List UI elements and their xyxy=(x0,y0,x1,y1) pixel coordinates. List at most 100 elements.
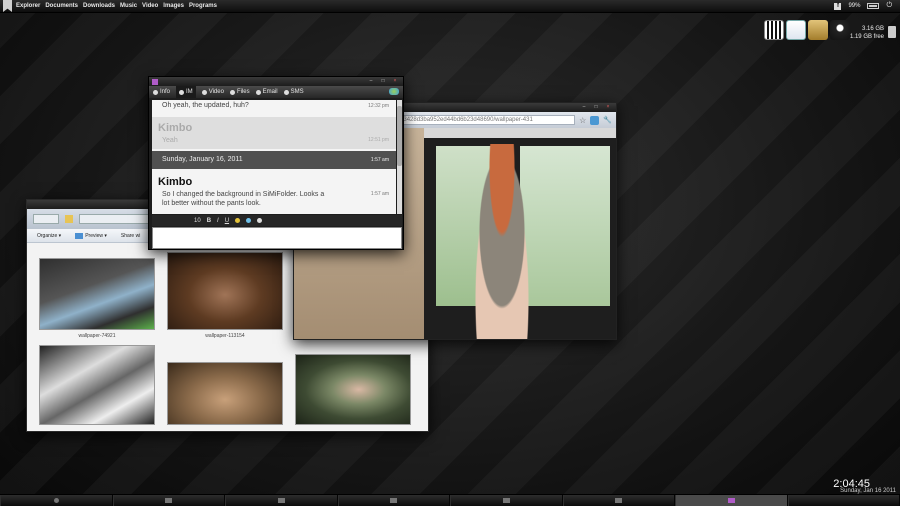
thumbnail[interactable] xyxy=(295,354,411,425)
thumbnail[interactable] xyxy=(167,252,283,330)
im-logo xyxy=(152,78,158,85)
menu-video[interactable]: Video xyxy=(142,3,158,9)
back-forward-button[interactable] xyxy=(33,214,59,224)
info-icon xyxy=(153,89,158,95)
clear-icon[interactable] xyxy=(257,218,263,223)
url-field[interactable]: /77a333428d3ba952ed44bd6b23d48690/wallpa… xyxy=(374,115,576,125)
power-icon[interactable]: ⏻ xyxy=(886,2,892,10)
close-icon[interactable]: × xyxy=(605,105,611,110)
preview-label: Preview ▾ xyxy=(85,232,107,239)
storage-free: 1.19 GB free xyxy=(849,34,884,40)
window-icon xyxy=(165,498,173,503)
maximize-icon[interactable]: □ xyxy=(380,79,386,84)
message-input[interactable] xyxy=(152,227,402,249)
taskbar-item[interactable] xyxy=(112,495,225,506)
message-time: 1:57 am xyxy=(370,191,389,197)
email-icon xyxy=(255,89,261,95)
tab-email-label: Email xyxy=(262,89,278,95)
notes-icon[interactable] xyxy=(808,20,828,40)
color-icon[interactable] xyxy=(235,218,241,223)
taskbar-item[interactable] xyxy=(450,495,563,506)
bookmark-star-icon[interactable]: ☆ xyxy=(579,116,586,125)
top-menu-bar: Explorer Documents Downloads Music Video… xyxy=(0,0,900,13)
chat-icon xyxy=(179,89,185,95)
taskbar-item-active[interactable] xyxy=(675,495,788,506)
emoticon-icon[interactable] xyxy=(246,218,252,223)
thumbnail[interactable] xyxy=(167,362,283,425)
tab-video-label: Video xyxy=(208,89,224,95)
im-titlebar[interactable]: – □ × xyxy=(149,77,403,86)
minimize-icon[interactable]: – xyxy=(581,105,587,110)
message-text: Oh yeah, the updated, huh? xyxy=(162,102,249,109)
ribbon-icon[interactable] xyxy=(3,0,12,12)
minimize-icon[interactable]: – xyxy=(368,79,374,84)
taskbar-item[interactable] xyxy=(337,495,450,506)
thumbnail[interactable] xyxy=(39,258,155,330)
thumbnail[interactable] xyxy=(39,345,155,425)
thumbnail-label: wallpaper-113154 xyxy=(205,333,245,339)
format-toolbar: 10 B I U xyxy=(152,215,402,226)
thumbnail-label: wallpaper-74921 xyxy=(78,333,116,339)
underline-button[interactable]: U xyxy=(225,218,229,224)
video-icon xyxy=(201,89,207,95)
tab-im-label: IM xyxy=(186,89,193,95)
status-icon[interactable] xyxy=(389,88,399,95)
preview-icon xyxy=(75,232,84,239)
menu-programs[interactable]: Programs xyxy=(189,3,217,9)
bold-button[interactable]: B xyxy=(207,218,211,224)
taskbar xyxy=(0,494,900,506)
tab-email[interactable]: Email xyxy=(255,89,278,95)
italic-button[interactable]: I xyxy=(217,218,219,224)
taskbar-item[interactable] xyxy=(562,495,675,506)
tab-info[interactable]: Info xyxy=(153,89,170,95)
wrench-icon[interactable]: 🔧 xyxy=(603,116,612,124)
message: Kimbo So I changed the background in SiM… xyxy=(152,170,396,214)
preview-button[interactable]: Preview ▾ xyxy=(75,232,107,239)
facebook-icon[interactable]: f xyxy=(834,2,842,10)
taskbar-item[interactable] xyxy=(225,495,338,506)
menu-documents[interactable]: Documents xyxy=(45,3,78,9)
date-divider-text: Sunday, January 16, 2011 xyxy=(162,156,243,163)
date-divider: Sunday, January 16, 2011 1:57 am xyxy=(152,151,396,169)
maximize-icon[interactable]: □ xyxy=(593,105,599,110)
storage-readout: 3.16 GB 1.19 GB free xyxy=(844,25,884,41)
tab-sms-label: SMS xyxy=(290,89,304,95)
google-icon[interactable] xyxy=(786,20,806,40)
tab-video[interactable]: Video xyxy=(201,89,224,95)
start-icon xyxy=(53,498,59,503)
tab-im[interactable]: IM xyxy=(176,86,196,98)
message-sender: Kimbo xyxy=(158,122,193,134)
dock-app-icon[interactable] xyxy=(764,20,784,40)
phone-icon xyxy=(283,89,289,95)
message-time: 1:57 am xyxy=(370,157,389,163)
window-icon xyxy=(502,498,510,503)
menu-explorer[interactable]: Explorer xyxy=(16,3,40,9)
close-icon[interactable]: × xyxy=(392,79,398,84)
message: Oh yeah, the updated, huh? 12:32 pm xyxy=(152,100,396,116)
menu-music[interactable]: Music xyxy=(120,3,137,9)
im-app-icon xyxy=(727,498,735,503)
taskbar-tray xyxy=(787,495,900,506)
scrollbar-thumb[interactable] xyxy=(397,106,402,166)
message-time: 12:51 pm xyxy=(368,137,389,143)
menu-downloads[interactable]: Downloads xyxy=(83,3,115,9)
drive-icon[interactable] xyxy=(888,26,896,38)
menu-images[interactable]: Images xyxy=(163,3,184,9)
battery-icon xyxy=(867,3,880,9)
storage-used: 3.16 GB xyxy=(861,26,884,32)
message: Kimbo Yeah 12:51 pm xyxy=(152,117,396,149)
im-tabs: Info IM Video Files Email SMS xyxy=(149,86,403,98)
message-sender: Kimbo xyxy=(158,176,193,188)
share-button[interactable]: Share wi xyxy=(121,233,140,239)
extension-icon[interactable] xyxy=(590,115,600,125)
conversation-scrollbar[interactable] xyxy=(397,100,402,214)
tab-info-label: Info xyxy=(160,89,171,95)
window-icon xyxy=(277,498,285,503)
files-icon xyxy=(229,89,235,95)
tab-sms[interactable]: SMS xyxy=(283,89,304,95)
tab-files[interactable]: Files xyxy=(229,89,250,95)
conversation-log: Oh yeah, the updated, huh? 12:32 pm Kimb… xyxy=(152,100,396,214)
start-button[interactable] xyxy=(0,495,113,506)
font-size-select[interactable]: 10 xyxy=(194,218,201,224)
organize-button[interactable]: Organize ▾ xyxy=(37,233,61,239)
